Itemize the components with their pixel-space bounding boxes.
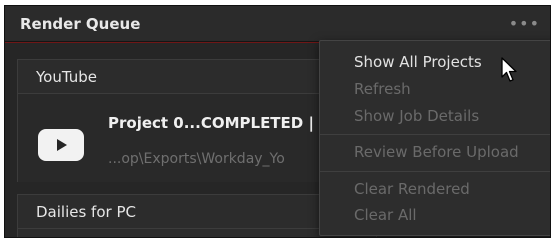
youtube-icon	[38, 129, 84, 161]
group-title: YouTube	[36, 68, 97, 86]
menu-item-show-job-details[interactable]: Show Job Details	[354, 107, 479, 125]
menu-item-show-all-projects[interactable]: Show All Projects	[354, 53, 482, 71]
menu-separator	[320, 171, 550, 172]
header-accent-line	[5, 42, 322, 43]
panel-header: Render Queue •••	[5, 6, 550, 42]
menu-item-clear-rendered[interactable]: Clear Rendered	[354, 180, 470, 198]
more-dots-icon[interactable]: •••	[509, 14, 540, 33]
menu-item-refresh[interactable]: Refresh	[354, 80, 411, 98]
panel-title: Render Queue	[20, 15, 141, 33]
menu-item-review-before-upload[interactable]: Review Before Upload	[354, 143, 519, 161]
job-path: ...op\Exports\Workday_Yo	[108, 151, 285, 167]
mouse-pointer-icon	[501, 57, 517, 82]
menu-item-clear-all[interactable]: Clear All	[354, 206, 417, 224]
group-title: Dailies for PC	[36, 203, 136, 221]
job-title: Project 0...COMPLETED | L	[108, 114, 329, 132]
menu-separator	[320, 134, 550, 135]
render-queue-panel: Render Queue ••• YouTube Project 0...COM…	[4, 5, 551, 238]
